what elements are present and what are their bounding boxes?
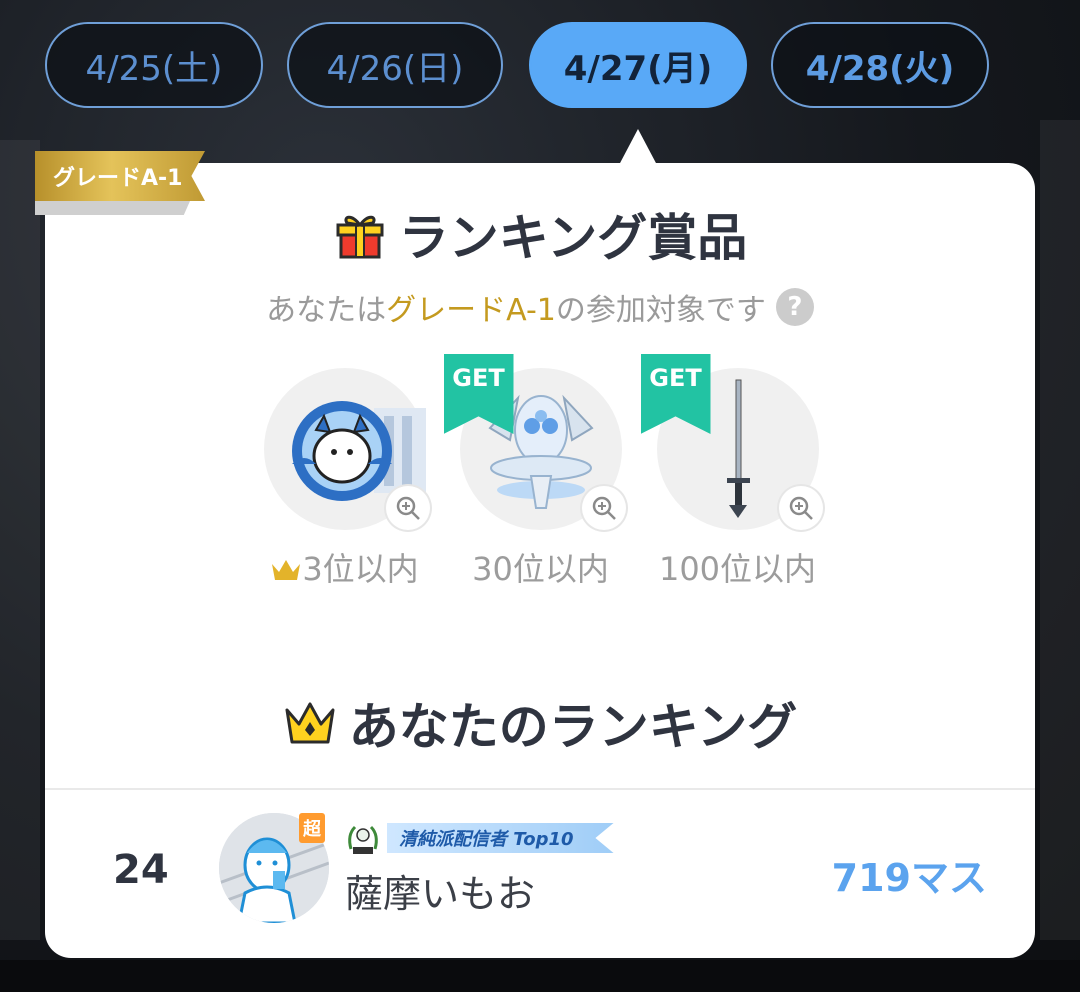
prize-section-title: ランキング賞品: [45, 201, 1035, 267]
tab-pointer: [619, 129, 657, 165]
ranking-title-text: あなたのランキング: [348, 698, 798, 756]
date-tab-4-25[interactable]: 4/25(土): [45, 22, 263, 108]
divider: [45, 788, 1035, 790]
prize-rank-label: 3位以内: [262, 544, 427, 590]
zoom-icon[interactable]: [385, 486, 430, 530]
eligibility-text: あなたは グレードA-1 の参加対象です ?: [45, 285, 1035, 329]
title-badge-text: 清純派配信者 Top10: [387, 823, 614, 853]
my-ranking-row[interactable]: 24 超 清純派配信者 Top10 薩摩いもお 719マス: [45, 813, 1035, 928]
super-badge: 超: [299, 813, 325, 843]
crown-icon: [285, 702, 335, 744]
crown-icon: [272, 560, 301, 580]
prize-top3[interactable]: 3位以内: [262, 368, 430, 590]
prize-image-frame: GET: [640, 354, 823, 530]
subtitle-pre: あなたは: [266, 293, 387, 328]
zoom-icon[interactable]: [778, 486, 823, 530]
date-tabs: 4/25(土) 4/26(日) 4/27(月) 4/28(火): [45, 22, 990, 112]
prize-title-text: ランキング賞品: [398, 209, 748, 267]
date-tab-4-26[interactable]: 4/26(日): [287, 22, 503, 108]
date-tab-4-28[interactable]: 4/28(火): [771, 22, 989, 108]
subtitle-post: の参加対象です: [555, 293, 766, 328]
ranking-section-title: あなたのランキング: [45, 688, 1035, 758]
laurel-icon: [348, 825, 378, 854]
prize-rank-label: 100位以内: [658, 550, 817, 588]
score: 719マス: [831, 856, 987, 900]
date-tab-4-27-selected[interactable]: 4/27(月): [529, 22, 747, 108]
rank-number: 24: [113, 847, 169, 893]
prize-top100[interactable]: GET 100位以内: [640, 354, 823, 590]
subtitle-grade: グレードA-1: [386, 293, 556, 328]
username: 薩摩いもお: [345, 872, 536, 916]
prize-image-frame: [263, 368, 430, 530]
prize-image-frame: GET: [443, 354, 626, 530]
zoom-icon[interactable]: [581, 486, 626, 530]
ranking-card: グレードA-1 ランキング賞品 あなたは グレードA-1 の参加対象です ? 3…: [35, 129, 1035, 958]
prize-top30[interactable]: GET 30位以内: [443, 354, 626, 590]
prize-rank-label: 30位以内: [472, 550, 609, 588]
help-icon[interactable]: ?: [775, 288, 814, 326]
title-badge: 清純派配信者 Top10: [345, 821, 614, 855]
grade-ribbon: グレードA-1: [35, 151, 205, 201]
gift-icon: [336, 215, 384, 259]
